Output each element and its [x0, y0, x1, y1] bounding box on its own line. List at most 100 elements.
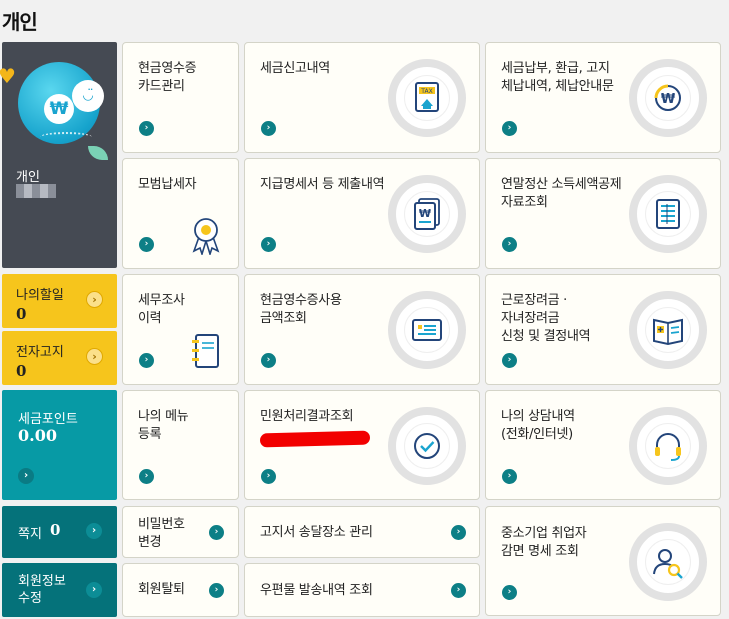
card-cash-usage[interactable]: 현금영수증사용 금액조회 ›	[244, 274, 480, 385]
tax-points-box[interactable]: 세금포인트 0.00 ›	[2, 390, 117, 500]
card-cash-receipt[interactable]: 현금영수증 카드관리 ›	[122, 42, 239, 153]
check-circle-icon	[414, 433, 440, 459]
card-label: 근로장려금 · 자녀장려금 신청 및 결정내역	[501, 293, 591, 344]
note-box[interactable]: 쪽지 0 ›	[2, 506, 117, 558]
card-label: 세금납부, 환급, 고지 체납내역, 체납안내문	[501, 61, 614, 94]
chevron-right-icon[interactable]: ›	[502, 237, 517, 252]
won-refresh-icon: ₩	[654, 84, 681, 111]
card-consult-history[interactable]: 나의 상담내역 (전화/인터넷) ›	[485, 390, 721, 500]
chevron-right-icon[interactable]: ›	[502, 469, 517, 484]
card-label: 지급명세서 등 제출내역	[260, 177, 385, 192]
smile-face-icon: ◡̈	[72, 80, 104, 112]
card-label: 민원처리결과조회	[259, 408, 371, 448]
card-label: 나의 메뉴 등록	[138, 409, 189, 442]
note-label: 쪽지	[18, 527, 42, 542]
chevron-right-icon[interactable]: ›	[261, 237, 276, 252]
tax-points-value: 0.00	[18, 426, 57, 445]
card-year-end-settlement[interactable]: 연말정산 소득세액공제 자료조회 ›	[485, 158, 721, 269]
svg-text:₩: ₩	[661, 92, 676, 107]
chevron-right-icon[interactable]: ›	[86, 291, 103, 308]
chevron-right-icon[interactable]: ›	[139, 121, 154, 136]
member-info-box[interactable]: 회원정보 수정 ›	[2, 563, 117, 617]
redaction-mark	[259, 430, 371, 448]
todo-box[interactable]: 나의할일 0 ›	[2, 274, 117, 328]
chevron-right-icon[interactable]: ›	[18, 468, 34, 484]
svg-text:TAX: TAX	[420, 88, 432, 95]
notebook-icon	[192, 334, 219, 368]
chevron-right-icon[interactable]: ›	[139, 469, 154, 484]
e-notice-box[interactable]: 전자고지 0 ›	[2, 331, 117, 385]
icon-ring	[388, 291, 466, 369]
icon-ring	[629, 291, 707, 369]
icon-ring	[629, 523, 707, 601]
card-earned-income-credit[interactable]: 근로장려금 · 자녀장려금 신청 및 결정내역 ›	[485, 274, 721, 385]
note-count: 0	[50, 521, 61, 539]
chevron-right-icon[interactable]: ›	[502, 353, 517, 368]
card-tax-payment[interactable]: 세금납부, 환급, 고지 체납내역, 체납안내문 › ₩	[485, 42, 721, 153]
chevron-right-icon[interactable]: ›	[86, 523, 102, 539]
card-label: 모범납세자	[138, 177, 197, 192]
chevron-right-icon[interactable]: ›	[451, 583, 466, 598]
todo-count: 0	[16, 305, 27, 323]
icon-ring	[629, 175, 707, 253]
leaf-icon	[88, 146, 108, 160]
card-civil-result[interactable]: 민원처리결과조회 ›	[244, 390, 480, 500]
receipt-list-icon	[412, 319, 442, 341]
card-label: 회원탈퇴	[138, 582, 185, 597]
chevron-right-icon[interactable]: ›	[261, 469, 276, 484]
card-label: 우편물 발송내역 조회	[260, 583, 373, 598]
card-label: 현금영수증 카드관리	[138, 61, 197, 94]
svg-text:₩: ₩	[419, 207, 431, 220]
card-label: 세금신고내역	[260, 61, 330, 76]
icon-ring: ₩	[629, 59, 707, 137]
chevron-right-icon[interactable]: ›	[139, 353, 154, 368]
card-model-taxpayer[interactable]: 모범납세자 ›	[122, 158, 239, 269]
card-sme-reduction[interactable]: 중소기업 취업자 감면 명세 조회 ›	[485, 506, 721, 616]
card-my-menu[interactable]: 나의 메뉴 등록 ›	[122, 390, 239, 500]
member-info-label: 회원정보 수정	[18, 574, 66, 606]
icon-ring: ₩	[388, 175, 466, 253]
headset-icon	[655, 433, 681, 461]
chevron-right-icon[interactable]: ›	[209, 583, 224, 598]
won-coin-icon: ₩	[44, 94, 74, 124]
chevron-right-icon[interactable]: ›	[139, 237, 154, 252]
award-ribbon-icon	[192, 218, 220, 255]
tax-points-label: 세금포인트	[18, 412, 78, 427]
card-label: 중소기업 취업자 감면 명세 조회	[501, 526, 587, 559]
avatar: ₩ ◡̈	[18, 62, 104, 144]
chevron-right-icon[interactable]: ›	[86, 348, 103, 365]
card-withdraw[interactable]: 회원탈퇴 ›	[122, 563, 239, 617]
card-bill-address[interactable]: 고지서 송달장소 관리 ›	[244, 506, 480, 558]
card-payment-statement[interactable]: 지급명세서 등 제출내역 › ₩	[244, 158, 480, 269]
decorative-dots	[40, 132, 92, 142]
profile-label: 개인	[16, 170, 40, 185]
chevron-right-icon[interactable]: ›	[209, 525, 224, 540]
card-label: 연말정산 소득세액공제 자료조회	[501, 177, 622, 210]
card-label: 세무조사 이력	[138, 293, 185, 326]
won-document-icon: ₩	[414, 198, 440, 230]
e-notice-count: 0	[16, 362, 27, 380]
blurred-username	[16, 184, 56, 198]
chevron-right-icon[interactable]: ›	[261, 121, 276, 136]
icon-ring	[388, 407, 466, 485]
card-change-password[interactable]: 비밀번호 변경 ›	[122, 506, 239, 558]
chevron-right-icon[interactable]: ›	[502, 585, 517, 600]
card-tax-report[interactable]: 세금신고내역 › TAX	[244, 42, 480, 153]
user-search-icon	[653, 549, 683, 579]
chevron-right-icon[interactable]: ›	[261, 353, 276, 368]
card-mail-history[interactable]: 우편물 발송내역 조회 ›	[244, 563, 480, 617]
tax-document-icon: TAX	[415, 82, 439, 112]
profile-panel: ₩ ◡̈ ♥ 개인	[0, 42, 117, 268]
chevron-right-icon[interactable]: ›	[502, 121, 517, 136]
card-tax-audit[interactable]: 세무조사 이력 ›	[122, 274, 239, 385]
card-label: 현금영수증사용 금액조회	[260, 293, 342, 326]
card-label: 고지서 송달장소 관리	[260, 525, 373, 540]
chevron-right-icon[interactable]: ›	[451, 525, 466, 540]
page-title: 개인	[2, 10, 38, 34]
icon-ring	[629, 407, 707, 485]
chevron-right-icon[interactable]: ›	[86, 582, 102, 598]
open-book-icon	[653, 318, 683, 346]
spreadsheet-icon	[656, 199, 680, 229]
card-label: 나의 상담내역 (전화/인터넷)	[501, 409, 575, 442]
icon-ring: TAX	[388, 59, 466, 137]
